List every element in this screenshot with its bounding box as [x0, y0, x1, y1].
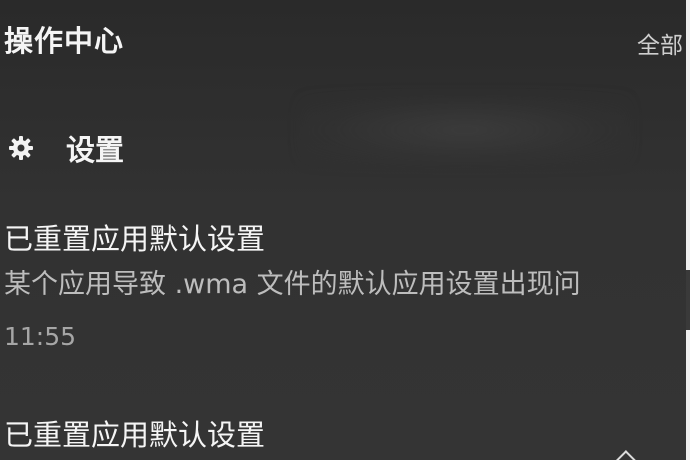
action-center-panel: 操作中心 全部 设置 已重置应用默认设置 某个应用导致 .wma 文件的默认应用…: [0, 0, 690, 460]
notification-group-settings[interactable]: 设置: [6, 128, 124, 168]
gear-icon: [6, 133, 36, 163]
window-edge: [686, 0, 690, 460]
window-edge-gap: [686, 270, 690, 330]
clear-all-button[interactable]: 全部: [637, 26, 683, 60]
notification-title[interactable]: 已重置应用默认设置: [4, 412, 265, 454]
group-title: 设置: [66, 133, 125, 167]
blurred-background: [300, 95, 630, 165]
corner-arrow-icon: [616, 450, 636, 460]
notification-time: 11:55: [4, 322, 77, 351]
notification-body[interactable]: 某个应用导致 .wma 文件的默认应用设置出现问: [4, 262, 690, 301]
notification-title[interactable]: 已重置应用默认设置: [4, 216, 265, 258]
page-title: 操作中心: [4, 24, 125, 58]
